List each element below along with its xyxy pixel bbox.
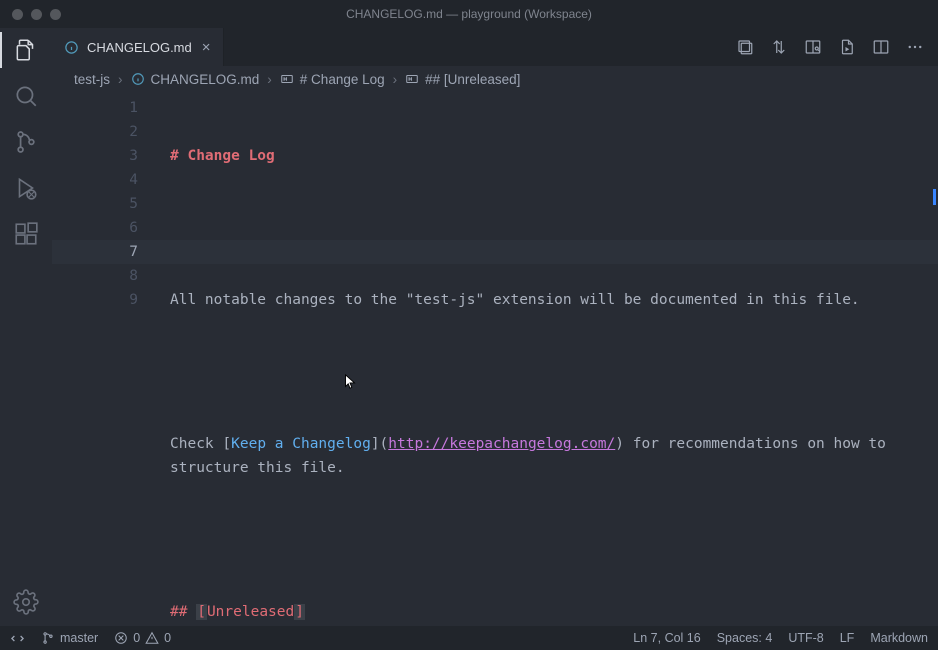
cursor-position[interactable]: Ln 7, Col 16 [633,631,700,645]
minimap[interactable] [926,94,936,294]
warning-count: 0 [164,631,171,645]
md-link-url[interactable]: http://keepachangelog.com/ [388,436,615,452]
md-text: Check [Keep a Changelog](http://keepacha… [170,432,918,480]
line-number: 7 [52,240,138,264]
compare-icon[interactable] [770,38,788,56]
chevron-right-icon: › [393,72,398,87]
window-title: CHANGELOG.md — playground (Workspace) [0,7,938,21]
traffic-light-minimize[interactable] [31,9,42,20]
window-controls [0,9,61,20]
git-branch-status[interactable]: master [41,631,98,645]
encoding-status[interactable]: UTF-8 [788,631,823,645]
breadcrumb-h1[interactable]: # Change Log [300,72,385,87]
file-info-icon [131,72,145,86]
breadcrumb-file[interactable]: CHANGELOG.md [151,72,260,87]
eol-status[interactable]: LF [840,631,855,645]
source-control-icon[interactable] [12,128,40,156]
line-number-gutter: 1 2 3 4 5 6 7 8 9 [52,96,162,312]
line-number: 1 [52,96,138,120]
breadcrumb-h2[interactable]: ## [Unreleased] [425,72,520,87]
tab-label: CHANGELOG.md [87,40,192,55]
breadcrumb-folder[interactable]: test-js [74,72,110,87]
tab-changelog[interactable]: CHANGELOG.md × [52,28,224,66]
editor-group: CHANGELOG.md × test-js › CHANGELOG.md › … [52,28,938,626]
line-number: 6 [52,216,138,240]
open-preview-icon[interactable] [804,38,822,56]
line-number: 3 [52,144,138,168]
branch-name: master [60,631,98,645]
editor-actions [736,28,938,66]
run-file-icon[interactable] [838,38,856,56]
traffic-light-close[interactable] [12,9,23,20]
run-debug-icon[interactable] [12,174,40,202]
extensions-icon[interactable] [12,220,40,248]
line-number: 9 [52,288,138,312]
remote-indicator[interactable] [10,631,25,646]
tabs-row: CHANGELOG.md × [52,28,938,66]
chevron-right-icon: › [267,72,272,87]
chevron-right-icon: › [118,72,123,87]
line-number: 5 [52,192,138,216]
activity-bar [0,28,52,626]
more-actions-icon[interactable] [906,38,924,56]
breadcrumbs[interactable]: test-js › CHANGELOG.md › # Change Log › … [52,66,938,92]
indentation-status[interactable]: Spaces: 4 [717,631,773,645]
traffic-light-zoom[interactable] [50,9,61,20]
problems-status[interactable]: 0 0 [114,631,171,645]
language-mode[interactable]: Markdown [870,631,928,645]
search-icon[interactable] [12,82,40,110]
md-heading: ## [Unreleased] [170,600,918,624]
line-number: 4 [52,168,138,192]
heading-icon [405,72,419,86]
md-heading: # Change Log [170,148,275,164]
open-changes-icon[interactable] [736,38,754,56]
explorer-icon[interactable] [12,36,40,64]
text-editor[interactable]: 1 2 3 4 5 6 7 8 9 # Change Log All notab… [52,92,938,626]
heading-icon [280,72,294,86]
file-info-icon [64,40,79,55]
md-text: All notable changes to the "test-js" ext… [170,288,918,312]
error-count: 0 [133,631,140,645]
status-bar: master 0 0 Ln 7, Col 16 Spaces: 4 UTF-8 … [0,626,938,650]
split-editor-icon[interactable] [872,38,890,56]
line-number: 2 [52,120,138,144]
settings-gear-icon[interactable] [12,588,40,616]
titlebar: CHANGELOG.md — playground (Workspace) [0,0,938,28]
code-content[interactable]: # Change Log All notable changes to the … [170,96,918,626]
line-number: 8 [52,264,138,288]
tab-close-icon[interactable]: × [202,39,211,56]
